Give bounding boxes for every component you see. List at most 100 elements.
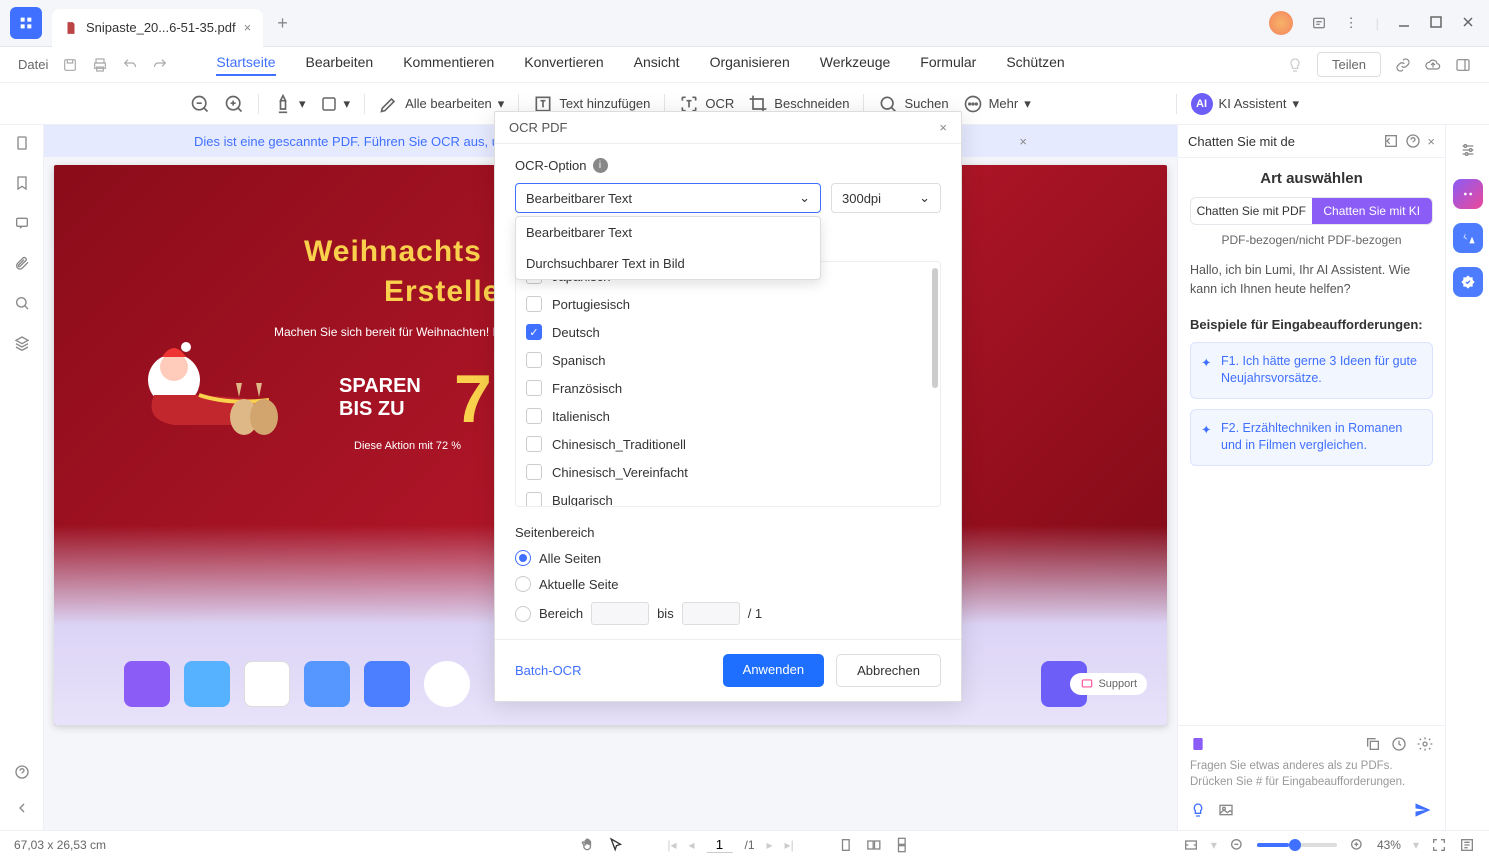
expand-icon[interactable]: [1383, 133, 1399, 149]
seg-pdf[interactable]: Chatten Sie mit PDF: [1191, 198, 1312, 224]
zoom-out-status-icon[interactable]: [1229, 837, 1245, 853]
document-tab[interactable]: Snipaste_20...6-51-35.pdf ×: [52, 9, 263, 47]
print-icon[interactable]: [92, 57, 108, 73]
bulb-icon[interactable]: [1287, 57, 1303, 73]
first-page-icon[interactable]: |◂: [667, 838, 676, 852]
window-minimize-icon[interactable]: [1397, 15, 1411, 32]
search-icon[interactable]: [14, 295, 30, 311]
lang-bulgarisch[interactable]: Bulgarisch: [516, 486, 940, 507]
layers-icon[interactable]: [14, 335, 30, 351]
lang-chinesisch-simpl[interactable]: Chinesisch_Vereinfacht: [516, 458, 940, 486]
tab-bearbeiten[interactable]: Bearbeiten: [306, 54, 374, 76]
lang-chinesisch-trad[interactable]: Chinesisch_Traditionell: [516, 430, 940, 458]
batch-ocr-link[interactable]: Batch-OCR: [515, 663, 581, 678]
zoom-out-icon[interactable]: [190, 94, 210, 114]
reader-mode-icon[interactable]: [1459, 837, 1475, 853]
edit-all-button[interactable]: Alle bearbeiten ▾: [379, 94, 504, 114]
zoom-in-status-icon[interactable]: [1349, 837, 1365, 853]
tab-close-icon[interactable]: ×: [244, 20, 252, 35]
next-page-icon[interactable]: ▸: [767, 838, 773, 852]
kebab-menu-icon[interactable]: ⋮: [1345, 15, 1358, 31]
view-continuous-icon[interactable]: [894, 837, 910, 853]
collapse-icon[interactable]: [14, 800, 30, 816]
attachments-icon[interactable]: [14, 255, 30, 271]
ai-history-icon[interactable]: [1391, 736, 1407, 752]
ai-bulb-icon[interactable]: [1190, 802, 1206, 818]
tab-werkzeuge[interactable]: Werkzeuge: [820, 54, 891, 76]
ai-settings-icon[interactable]: [1417, 736, 1433, 752]
banner-close-icon[interactable]: ×: [1019, 134, 1027, 149]
ai-copy-icon[interactable]: [1365, 736, 1381, 752]
cloud-icon[interactable]: [1425, 57, 1441, 73]
support-chip[interactable]: Support: [1070, 673, 1147, 695]
dropdown-option-searchable[interactable]: Durchsuchbarer Text in Bild: [516, 248, 820, 279]
ki-assistant-button[interactable]: AIKI Assistent ▾: [1191, 93, 1299, 115]
tab-organisieren[interactable]: Organisieren: [710, 54, 790, 76]
share-button[interactable]: Teilen: [1317, 52, 1381, 77]
hand-tool-icon[interactable]: [579, 837, 595, 853]
lang-franzoesisch[interactable]: Französisch: [516, 374, 940, 402]
dpi-select[interactable]: 300dpi ⌄: [831, 183, 941, 213]
tab-konvertieren[interactable]: Konvertieren: [524, 54, 603, 76]
radio-all-pages[interactable]: Alle Seiten: [515, 550, 941, 566]
radio-range[interactable]: Bereich bis / 1: [515, 602, 941, 625]
range-from-input[interactable]: [591, 602, 649, 625]
lang-spanisch[interactable]: Spanisch: [516, 346, 940, 374]
highlight-icon[interactable]: ▾: [273, 94, 306, 114]
tab-formular[interactable]: Formular: [920, 54, 976, 76]
prompt-example-1[interactable]: F1. Ich hätte gerne 3 Ideen für gute Neu…: [1190, 342, 1433, 399]
more-button[interactable]: Mehr ▾: [963, 94, 1031, 114]
scrollbar[interactable]: [932, 268, 938, 388]
save-icon[interactable]: [62, 57, 78, 73]
notifications-icon[interactable]: [1311, 15, 1327, 31]
last-page-icon[interactable]: ▸|: [785, 838, 794, 852]
zoom-in-icon[interactable]: [224, 94, 244, 114]
new-tab-button[interactable]: +: [269, 9, 296, 38]
check-badge-icon[interactable]: [1453, 267, 1483, 297]
prev-page-icon[interactable]: ◂: [688, 838, 694, 852]
prompt-example-2[interactable]: F2. Erzähltechniken in Romanen und in Fi…: [1190, 409, 1433, 466]
file-menu[interactable]: Datei: [18, 57, 48, 72]
thumbnails-icon[interactable]: [14, 135, 30, 151]
help-icon[interactable]: [14, 764, 30, 780]
ai-doc-icon[interactable]: [1190, 736, 1206, 752]
apply-button[interactable]: Anwenden: [723, 654, 824, 687]
app-logo[interactable]: [10, 7, 42, 39]
panel-icon[interactable]: [1455, 57, 1471, 73]
fullscreen-icon[interactable]: [1431, 837, 1447, 853]
dropdown-option-editable[interactable]: Bearbeitbarer Text: [516, 217, 820, 248]
user-avatar[interactable]: [1269, 11, 1293, 35]
lang-italienisch[interactable]: Italienisch: [516, 402, 940, 430]
seg-ki[interactable]: Chatten Sie mit KI: [1312, 198, 1433, 224]
window-close-icon[interactable]: [1461, 15, 1475, 32]
sliders-icon[interactable]: [1453, 135, 1483, 165]
tab-schuetzen[interactable]: Schützen: [1006, 54, 1064, 76]
view-facing-icon[interactable]: [866, 837, 882, 853]
link-icon[interactable]: [1395, 57, 1411, 73]
ai-chat-icon[interactable]: [1453, 179, 1483, 209]
zoom-slider[interactable]: [1257, 843, 1337, 847]
dialog-close-icon[interactable]: ×: [939, 120, 947, 135]
view-single-icon[interactable]: [838, 837, 854, 853]
ai-send-icon[interactable]: [1413, 800, 1433, 820]
comments-icon[interactable]: [14, 215, 30, 231]
ocr-mode-select[interactable]: Bearbeitbarer Text ⌄ Bearbeitbarer Text …: [515, 183, 821, 213]
shape-icon[interactable]: ▾: [320, 95, 351, 113]
ai-image-icon[interactable]: [1218, 802, 1234, 818]
bookmark-icon[interactable]: [14, 175, 30, 191]
redo-icon[interactable]: [152, 57, 168, 73]
fit-width-icon[interactable]: [1183, 837, 1199, 853]
undo-icon[interactable]: [122, 57, 138, 73]
window-maximize-icon[interactable]: [1429, 15, 1443, 32]
tab-ansicht[interactable]: Ansicht: [634, 54, 680, 76]
ai-help-icon[interactable]: [1405, 133, 1421, 149]
translate-icon[interactable]: [1453, 223, 1483, 253]
page-input[interactable]: [706, 837, 732, 853]
select-tool-icon[interactable]: [607, 837, 623, 853]
lang-portugiesisch[interactable]: Portugiesisch: [516, 290, 940, 318]
ai-close-icon[interactable]: ×: [1427, 134, 1435, 149]
tab-startseite[interactable]: Startseite: [216, 54, 275, 76]
radio-current-page[interactable]: Aktuelle Seite: [515, 576, 941, 592]
range-to-input[interactable]: [682, 602, 740, 625]
lang-deutsch[interactable]: ✓Deutsch: [516, 318, 940, 346]
